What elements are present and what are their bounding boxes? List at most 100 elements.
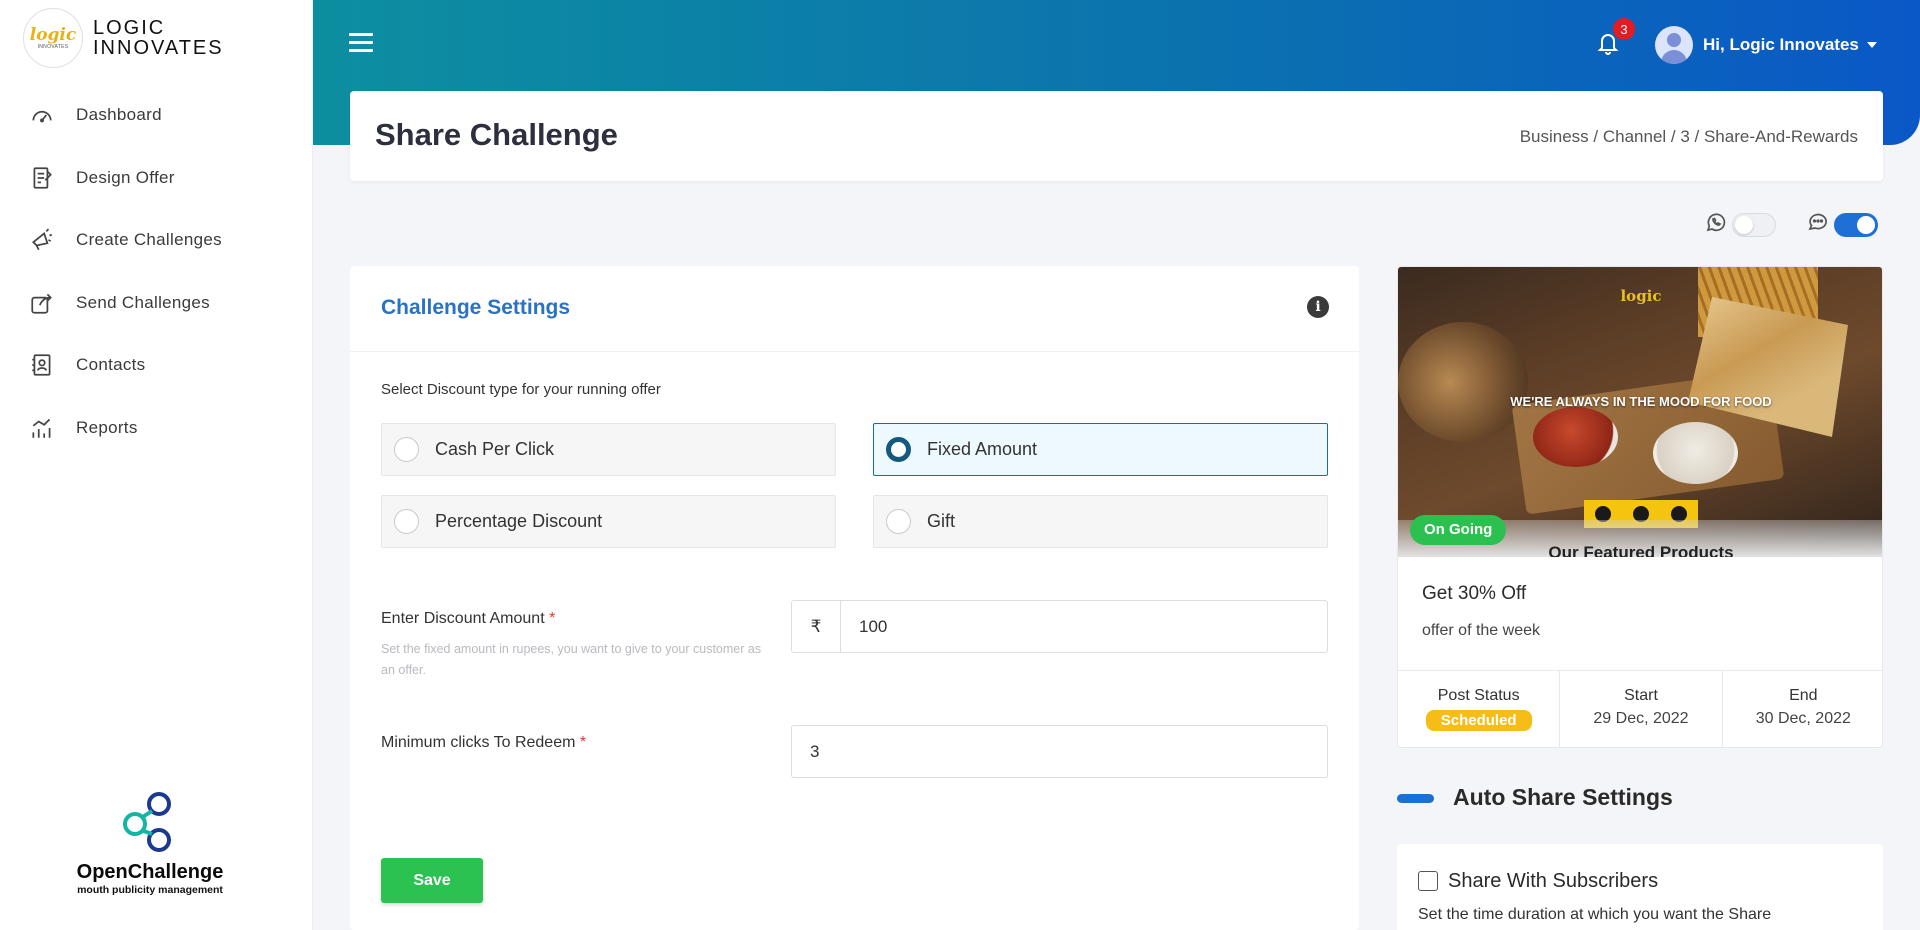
status-badge: On Going [1410, 515, 1507, 545]
min-clicks-label: Minimum clicks To Redeem * [381, 734, 586, 752]
food-photo-sauce-bowl [1533, 407, 1618, 467]
brand-logo-text: logic [29, 24, 77, 45]
required-mark: * [579, 734, 587, 751]
openchallenge-brand: OpenChallenge mouth publicity management [60, 790, 240, 896]
sidebar-item-label: Reports [76, 417, 138, 437]
discount-amount-field: ₹ [791, 600, 1328, 653]
brand-name: LOGIC INNOVATES [93, 18, 224, 58]
brand-logo: logic INNOVATES [23, 8, 83, 68]
speedometer-icon [28, 101, 56, 129]
min-clicks-label-text: Minimum clicks To Redeem [381, 734, 576, 751]
scheduled-badge: Scheduled [1425, 710, 1532, 731]
settings-title: Challenge Settings [381, 296, 571, 319]
sidebar-item-label: Contacts [76, 355, 146, 375]
brand-logo-subtext: INNOVATES [37, 43, 69, 50]
end-value: 30 Dec, 2022 [1755, 710, 1851, 727]
offer-image-featured: Our Featured Products [1548, 543, 1734, 557]
sidebar: logic INNOVATES LOGIC INNOVATES Dashboar… [0, 0, 313, 930]
share-subscribers-label[interactable]: Share With Subscribers [1448, 870, 1658, 893]
offer-preview-card[interactable]: logic WE'RE ALWAYS IN THE MOOD FOR FOOD … [1397, 266, 1883, 748]
discount-amount-input[interactable] [841, 601, 1327, 652]
auto-share-title: Auto Share Settings [1453, 784, 1673, 810]
share-icon [28, 289, 56, 317]
avatar [1655, 26, 1693, 64]
reports-icon [28, 414, 56, 442]
sidebar-item-label: Create Challenges [76, 230, 222, 250]
discount-amount-label: Enter Discount Amount * [381, 610, 555, 628]
sidebar-item-label: Design Offer [76, 167, 175, 187]
brand-name-line2: INNOVATES [93, 37, 224, 59]
chevron-down-icon [1866, 42, 1877, 48]
sms-toggle-group [1806, 210, 1878, 239]
sidebar-item-reports[interactable]: Reports [0, 397, 313, 460]
offer-title: Get 30% Off [1422, 583, 1527, 604]
radio-button[interactable] [394, 509, 419, 534]
option-label: Gift [927, 511, 956, 531]
start-col: Start 29 Dec, 2022 [1560, 671, 1723, 747]
megaphone-icon [28, 226, 56, 254]
sidebar-item-contacts[interactable]: Contacts [0, 334, 313, 397]
option-label: Cash Per Click [435, 439, 555, 459]
option-gift[interactable]: Gift [873, 495, 1328, 548]
start-value: 29 Dec, 2022 [1593, 710, 1689, 727]
option-cash-per-click[interactable]: Cash Per Click [381, 423, 836, 476]
discount-amount-label-text: Enter Discount Amount [381, 610, 545, 627]
min-clicks-field [791, 725, 1328, 778]
post-status-label: Post Status [1437, 687, 1520, 704]
menu-toggle-icon[interactable] [349, 33, 373, 53]
breadcrumb: Business / Channel / 3 / Share-And-Rewar… [1519, 127, 1858, 146]
page-title: Share Challenge [375, 117, 618, 152]
discount-amount-help: Set the fixed amount in rupees, you want… [381, 642, 762, 677]
min-clicks-input[interactable] [792, 726, 1327, 777]
notification-badge: 3 [1613, 18, 1635, 40]
sidebar-item-create-challenges[interactable]: Create Challenges [0, 209, 313, 272]
radio-button-selected[interactable] [886, 437, 911, 462]
sidebar-item-dashboard[interactable]: Dashboard [0, 84, 313, 147]
food-photo-dip-bowl [1653, 422, 1738, 484]
discount-type-label: Select Discount type for your running of… [381, 381, 661, 398]
rupee-icon: ₹ [792, 601, 841, 652]
option-label: Percentage Discount [435, 511, 603, 531]
openchallenge-name: OpenChallenge [76, 861, 224, 883]
offer-image: logic WE'RE ALWAYS IN THE MOOD FOR FOOD … [1398, 267, 1882, 557]
offer-meta: Post Status Scheduled Start 29 Dec, 2022… [1398, 670, 1882, 747]
whatsapp-toggle[interactable] [1732, 212, 1776, 237]
contacts-icon [28, 351, 56, 379]
section-accent-bar [1397, 794, 1434, 803]
info-icon[interactable]: i [1307, 296, 1329, 318]
sidebar-item-label: Send Challenges [76, 292, 210, 312]
offer-subtitle: offer of the week [1422, 622, 1540, 639]
chat-bubble-icon [1806, 210, 1830, 239]
sidebar-item-send-challenges[interactable]: Send Challenges [0, 272, 313, 335]
brand-name-line1: LOGIC [93, 17, 166, 39]
end-label: End [1789, 687, 1818, 704]
offer-image-logo: logic [1620, 287, 1662, 305]
auto-share-card: Share With Subscribers Set the time dura… [1397, 844, 1883, 930]
brand[interactable]: logic INNOVATES LOGIC INNOVATES [23, 8, 224, 68]
openchallenge-tagline: mouth publicity management [77, 884, 223, 896]
sms-toggle[interactable] [1834, 212, 1878, 237]
sidebar-item-label: Dashboard [76, 105, 162, 125]
option-fixed-amount[interactable]: Fixed Amount [873, 423, 1328, 476]
required-mark: * [549, 610, 556, 627]
user-greeting: Hi, Logic Innovates [1703, 35, 1859, 54]
page-title-card: Share Challenge Business / Channel / 3 /… [350, 91, 1883, 181]
radio-button[interactable] [394, 437, 419, 462]
option-percentage-discount[interactable]: Percentage Discount [381, 495, 836, 548]
save-button[interactable]: Save [381, 858, 483, 903]
settings-header: Challenge Settings i [350, 266, 1359, 352]
radio-button[interactable] [886, 509, 911, 534]
share-subscribers-checkbox[interactable] [1418, 871, 1438, 891]
openchallenge-logo-icon [123, 792, 171, 852]
whatsapp-icon [1704, 210, 1728, 239]
sidebar-nav: Dashboard Design Offer Create Challenges… [0, 84, 313, 459]
option-label: Fixed Amount [927, 439, 1038, 459]
design-offer-icon [28, 164, 56, 192]
start-label: Start [1624, 687, 1658, 704]
food-photo-dish [1398, 322, 1528, 442]
post-status-col: Post Status Scheduled [1398, 671, 1561, 747]
offer-image-headline: WE'RE ALWAYS IN THE MOOD FOR FOOD [1510, 394, 1772, 409]
sidebar-item-design-offer[interactable]: Design Offer [0, 147, 313, 210]
user-menu[interactable]: Hi, Logic Innovates [1655, 26, 1877, 64]
whatsapp-toggle-group [1704, 210, 1776, 239]
